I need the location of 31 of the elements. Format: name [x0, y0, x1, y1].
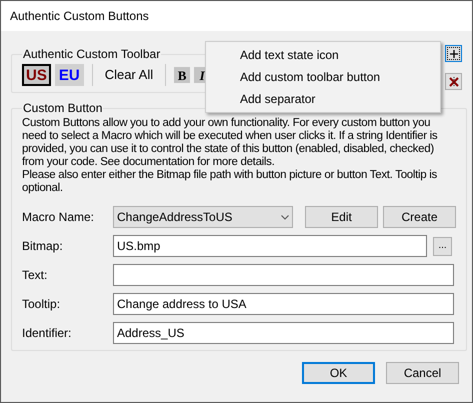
- edit-button[interactable]: Edit: [305, 206, 378, 228]
- group-title: Custom Button: [23, 101, 102, 115]
- ok-button[interactable]: OK: [302, 362, 375, 384]
- menu-item[interactable]: Add text state icon: [206, 44, 440, 66]
- text-field[interactable]: Change address to USA: [113, 293, 454, 315]
- group-title: Authentic Custom Toolbar: [23, 47, 160, 61]
- field-label: Identifier:: [22, 325, 72, 342]
- create-button[interactable]: Create: [383, 206, 456, 228]
- note-text: Please also enter either the Bitmap file path with button picture or button Text. Tooltip is optional.: [22, 169, 438, 195]
- menu-item[interactable]: Add separator: [206, 88, 440, 110]
- browse-button[interactable]: ...: [433, 236, 452, 256]
- state-toggle[interactable]: EU: [54, 64, 84, 86]
- text-field[interactable]: Address_US: [113, 322, 454, 344]
- add-button[interactable]: [445, 45, 462, 62]
- description-text: Custom Buttons allow you to add your own functionality. For every custom button you need to select a Macro which will be executed when user clicks it. If a string Identifier is provided, you can use it to control the state of this button (enabled, disabled, checked) from your code. See documentation for more details.: [22, 117, 438, 169]
- state-toggle[interactable]: US: [22, 64, 51, 86]
- field-label: Tooltip:: [22, 296, 62, 313]
- cancel-button[interactable]: Cancel: [386, 362, 459, 384]
- field-label: Macro Name:: [22, 209, 96, 226]
- bold-button[interactable]: B: [174, 67, 190, 83]
- plus-icon: [450, 50, 458, 58]
- chevron-down-icon: [281, 214, 289, 220]
- field-label: Bitmap:: [22, 238, 64, 255]
- field-label: Text:: [22, 267, 48, 284]
- text-field[interactable]: [113, 264, 454, 286]
- text-field[interactable]: US.bmp: [113, 235, 427, 257]
- clear-all-button[interactable]: Clear All: [100, 65, 158, 85]
- window-title: Authentic Custom Buttons: [10, 8, 149, 25]
- macro-dropdown[interactable]: ChangeAddressToUS: [113, 206, 293, 228]
- delete-button[interactable]: [445, 73, 462, 90]
- delete-icon: [448, 76, 458, 86]
